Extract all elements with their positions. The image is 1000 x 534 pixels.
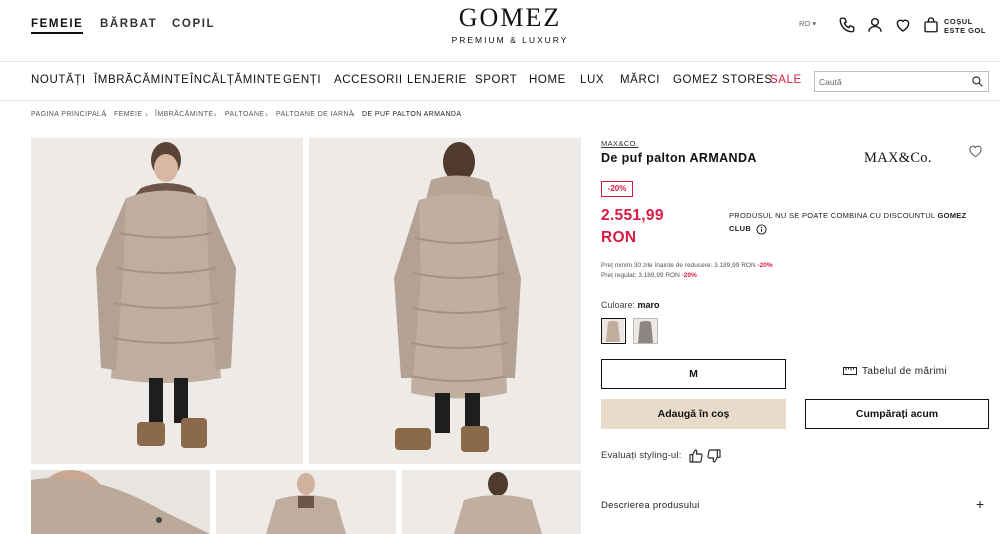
info-icon[interactable] bbox=[756, 223, 767, 235]
nav-divider bbox=[0, 100, 1000, 101]
search-box bbox=[814, 71, 989, 92]
min-price-discount: -20% bbox=[757, 262, 773, 269]
nav-item-noutati[interactable]: NOUTĂȚI bbox=[31, 74, 86, 86]
product-thumbnail-2[interactable] bbox=[216, 470, 396, 534]
min-price-note: Preț minim 30 zile înainte de reducere: … bbox=[601, 262, 773, 269]
nav-item-sport[interactable]: SPORT bbox=[475, 74, 517, 86]
product-price: 2.551,99 RON bbox=[601, 207, 664, 246]
buy-now-button[interactable]: Cumpărați acum bbox=[805, 399, 989, 429]
breadcrumb-item-home[interactable]: PAGINA PRINCIPALĂ bbox=[31, 111, 106, 118]
logo-wordmark: GOMEZ bbox=[458, 3, 562, 32]
breadcrumb-separator-icon: › bbox=[265, 110, 268, 119]
color-value: maro bbox=[637, 300, 660, 310]
cart-status-line1: COȘUL bbox=[944, 17, 973, 26]
gender-tab-copil[interactable]: COPIL bbox=[172, 18, 215, 30]
heart-icon[interactable] bbox=[894, 16, 912, 34]
product-photo-front bbox=[31, 138, 303, 464]
language-selector[interactable]: RO ▾ bbox=[799, 19, 816, 28]
rate-styling-label: Evaluați styling-ul: bbox=[601, 450, 682, 461]
color-label-text: Culoare: bbox=[601, 300, 638, 310]
user-icon[interactable] bbox=[866, 16, 884, 34]
product-thumbnail-3[interactable] bbox=[402, 470, 581, 534]
brand-link[interactable]: MAX&CO. bbox=[601, 139, 638, 148]
product-title: De puf palton ARMANDA bbox=[601, 151, 757, 165]
nav-item-imbracaminte[interactable]: ÎMBRĂCĂMINTE bbox=[94, 74, 189, 86]
size-chart-label: Tabelul de mărimi bbox=[862, 366, 948, 377]
cart-status-line2: ESTE GOL bbox=[944, 26, 986, 35]
size-selector[interactable]: M bbox=[601, 359, 786, 389]
breadcrumb-item-paltoane[interactable]: PALTOANE bbox=[225, 111, 264, 118]
wishlist-heart-icon[interactable] bbox=[968, 144, 983, 158]
breadcrumb-separator-icon: › bbox=[145, 110, 148, 119]
top-header: FEMEIE BĂRBAT COPIL GOMEZ PREMIUM & LUXU… bbox=[0, 0, 1000, 62]
breadcrumb-item-current: DE PUF PALTON ARMANDA bbox=[362, 111, 462, 118]
search-input[interactable] bbox=[819, 75, 967, 89]
breadcrumb-item-imbracaminte[interactable]: ÎMBRĂCĂMINTE bbox=[155, 111, 213, 118]
discount-restriction-note: PRODUSUL NU SE POATE COMBINA CU DISCOUNT… bbox=[729, 209, 969, 235]
brand-logo[interactable]: MAX&Co. bbox=[864, 150, 932, 167]
product-thumbnail-photo-2 bbox=[216, 470, 396, 534]
color-swatch-other-photo bbox=[634, 319, 657, 343]
nav-item-gomez-stores[interactable]: GOMEZ STORES bbox=[673, 74, 773, 86]
product-description-toggle[interactable]: Descrierea produsului bbox=[601, 500, 700, 511]
cart-status[interactable]: COȘUL ESTE GOL bbox=[944, 17, 986, 35]
ruler-icon bbox=[843, 367, 857, 376]
search-icon[interactable] bbox=[971, 75, 984, 88]
breadcrumb-separator-icon: › bbox=[104, 110, 107, 119]
color-swatch-maro[interactable] bbox=[601, 318, 626, 344]
nav-item-accesorii[interactable]: ACCESORII bbox=[334, 74, 403, 86]
regular-price-text: Preț regulat: 3.189,99 RON bbox=[601, 272, 682, 279]
product-image-back[interactable] bbox=[309, 138, 581, 464]
thumbs-up-icon[interactable] bbox=[688, 448, 704, 464]
nav-item-sale[interactable]: SALE bbox=[770, 74, 802, 86]
color-label: Culoare: maro bbox=[601, 300, 660, 310]
expand-plus-icon[interactable]: + bbox=[976, 496, 984, 512]
gender-tab-barbat[interactable]: BĂRBAT bbox=[100, 18, 157, 30]
regular-price-discount: -20% bbox=[681, 272, 697, 279]
header-divider bbox=[0, 61, 1000, 62]
bag-icon[interactable] bbox=[922, 16, 940, 34]
product-photo-back bbox=[309, 138, 581, 464]
product-thumbnail-1[interactable] bbox=[31, 470, 210, 534]
breadcrumb-separator-icon: › bbox=[214, 110, 217, 119]
phone-icon[interactable] bbox=[838, 16, 856, 34]
regular-price-note: Preț regulat: 3.189,99 RON -20% bbox=[601, 272, 697, 279]
breadcrumb-item-femeie[interactable]: FEMEIE bbox=[114, 111, 142, 118]
discount-badge: -20% bbox=[601, 181, 633, 197]
gender-tab-femeie[interactable]: FEMEIE bbox=[31, 18, 84, 34]
color-swatch-other[interactable] bbox=[633, 318, 658, 344]
nav-item-lux[interactable]: LUX bbox=[580, 74, 604, 86]
site-logo[interactable]: GOMEZ PREMIUM & LUXURY bbox=[440, 3, 580, 46]
nav-item-home[interactable]: HOME bbox=[529, 74, 566, 86]
min-price-text: Preț minim 30 zile înainte de reducere: … bbox=[601, 262, 758, 269]
nav-item-marci[interactable]: MĂRCI bbox=[620, 74, 660, 86]
thumbs-down-icon[interactable] bbox=[706, 448, 722, 464]
logo-tagline: PREMIUM & LUXURY bbox=[451, 35, 569, 45]
add-to-cart-button[interactable]: Adaugă în coș bbox=[601, 399, 786, 429]
color-swatch-maro-photo bbox=[602, 319, 624, 342]
product-thumbnail-photo-3 bbox=[402, 470, 581, 534]
product-thumbnail-photo-1 bbox=[31, 470, 210, 534]
breadcrumb-separator-icon: › bbox=[352, 110, 355, 119]
nav-item-lenjerie[interactable]: LENJERIE bbox=[407, 74, 467, 86]
size-chart-link[interactable]: Tabelul de mărimi bbox=[843, 366, 947, 377]
breadcrumb-item-paltoane-de-iarna[interactable]: PALTOANE DE IARNĂ bbox=[276, 111, 354, 118]
nav-item-genti[interactable]: GENȚI bbox=[283, 74, 321, 86]
discount-restriction-text: PRODUSUL NU SE POATE COMBINA CU DISCOUNT… bbox=[729, 211, 938, 220]
nav-item-incaltaminte[interactable]: ÎNCĂLȚĂMINTE bbox=[190, 74, 282, 86]
product-image-front[interactable] bbox=[31, 138, 303, 464]
